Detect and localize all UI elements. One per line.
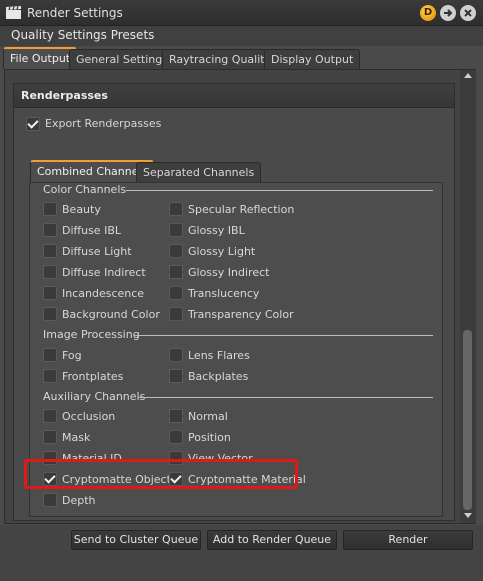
position-label: Position bbox=[188, 431, 231, 444]
render-button[interactable]: Render bbox=[343, 530, 473, 550]
lens-flares-label: Lens Flares bbox=[188, 349, 250, 362]
diffuse-indirect-label: Diffuse Indirect bbox=[62, 266, 146, 279]
main-tabs: File Output General Settings Raytracing … bbox=[0, 47, 483, 69]
forward-arrow-icon[interactable] bbox=[440, 5, 456, 21]
translucency-label: Translucency bbox=[188, 287, 260, 300]
scroll-up-icon[interactable] bbox=[464, 73, 472, 78]
scrollbar-thumb[interactable] bbox=[463, 330, 472, 510]
diffuse-ibl-label: Diffuse IBL bbox=[62, 224, 121, 237]
add-to-render-queue-button[interactable]: Add to Render Queue bbox=[207, 530, 337, 550]
section-image-processing: Image Processing bbox=[43, 328, 140, 341]
footer-bar: Send to Cluster Queue Add to Render Queu… bbox=[0, 525, 483, 581]
presets-label: Quality Settings Presets bbox=[11, 28, 155, 42]
normal-checkbox[interactable] bbox=[169, 409, 183, 423]
mask-checkbox[interactable] bbox=[43, 430, 57, 444]
daz-d-icon[interactable]: D bbox=[420, 5, 436, 21]
position-checkbox[interactable] bbox=[169, 430, 183, 444]
diffuse-ibl-checkbox[interactable] bbox=[43, 223, 57, 237]
window-title: Render Settings bbox=[27, 6, 123, 20]
occlusion-checkbox[interactable] bbox=[43, 409, 57, 423]
tab-display-output[interactable]: Display Output bbox=[264, 49, 361, 69]
transparency-color-label: Transparency Color bbox=[188, 308, 294, 321]
fog-checkbox[interactable] bbox=[43, 348, 57, 362]
lens-flares-checkbox[interactable] bbox=[169, 348, 183, 362]
glossy-ibl-checkbox[interactable] bbox=[169, 223, 183, 237]
specular-reflection-checkbox[interactable] bbox=[169, 202, 183, 216]
diffuse-light-checkbox[interactable] bbox=[43, 244, 57, 258]
settings-scroll-pane: Renderpasses Export Renderpasses Combine… bbox=[4, 69, 476, 524]
section-auxiliary-channels: Auxiliary Channels bbox=[43, 390, 146, 403]
fog-label: Fog bbox=[62, 349, 82, 362]
renderpasses-group: Renderpasses Export Renderpasses Combine… bbox=[13, 83, 455, 521]
close-icon[interactable] bbox=[460, 5, 476, 21]
backplates-checkbox[interactable] bbox=[169, 369, 183, 383]
glossy-indirect-label: Glossy Indirect bbox=[188, 266, 270, 279]
send-to-cluster-queue-button[interactable]: Send to Cluster Queue bbox=[71, 530, 201, 550]
section-divider bbox=[138, 397, 433, 398]
renderpasses-header[interactable]: Renderpasses bbox=[14, 84, 454, 108]
glossy-indirect-checkbox[interactable] bbox=[169, 265, 183, 279]
section-color-channels: Color Channels bbox=[43, 183, 127, 196]
background-color-label: Background Color bbox=[62, 308, 160, 321]
diffuse-indirect-checkbox[interactable] bbox=[43, 265, 57, 279]
backplates-label: Backplates bbox=[188, 370, 249, 383]
depth-label: Depth bbox=[62, 494, 96, 507]
specular-reflection-label: Specular Reflection bbox=[188, 203, 295, 216]
frontplates-checkbox[interactable] bbox=[43, 369, 57, 383]
tab-general-settings[interactable]: General Settings bbox=[69, 49, 175, 69]
depth-checkbox[interactable] bbox=[43, 493, 57, 507]
normal-label: Normal bbox=[188, 410, 228, 423]
diffuse-light-label: Diffuse Light bbox=[62, 245, 132, 258]
glossy-ibl-label: Glossy IBL bbox=[188, 224, 245, 237]
transparency-color-checkbox[interactable] bbox=[169, 307, 183, 321]
incandescence-checkbox[interactable] bbox=[43, 286, 57, 300]
incandescence-label: Incandescence bbox=[62, 287, 145, 300]
translucency-checkbox[interactable] bbox=[169, 286, 183, 300]
mask-label: Mask bbox=[62, 431, 91, 444]
beauty-checkbox[interactable] bbox=[43, 202, 57, 216]
tab-separated-channels[interactable]: Separated Channels bbox=[136, 162, 262, 182]
glossy-light-label: Glossy Light bbox=[188, 245, 256, 258]
vertical-scrollbar[interactable] bbox=[460, 70, 476, 523]
export-renderpasses-checkbox[interactable] bbox=[26, 117, 40, 131]
quality-presets-menu[interactable]: Quality Settings Presets bbox=[0, 26, 483, 46]
section-divider bbox=[134, 335, 433, 336]
tab-file-output[interactable]: File Output bbox=[3, 47, 78, 69]
glossy-light-checkbox[interactable] bbox=[169, 244, 183, 258]
occlusion-label: Occlusion bbox=[62, 410, 116, 423]
scroll-down-icon[interactable] bbox=[464, 513, 472, 518]
cryptomatte-highlight-box bbox=[24, 459, 298, 489]
renderpasses-title: Renderpasses bbox=[21, 89, 108, 102]
section-divider bbox=[126, 190, 433, 191]
frontplates-label: Frontplates bbox=[62, 370, 124, 383]
background-color-checkbox[interactable] bbox=[43, 307, 57, 321]
clapperboard-icon bbox=[6, 6, 21, 19]
beauty-label: Beauty bbox=[62, 203, 101, 216]
tab-raytracing-quality[interactable]: Raytracing Quality bbox=[162, 49, 279, 69]
export-renderpasses-label: Export Renderpasses bbox=[45, 117, 162, 130]
title-bar: Render Settings D bbox=[0, 0, 483, 26]
